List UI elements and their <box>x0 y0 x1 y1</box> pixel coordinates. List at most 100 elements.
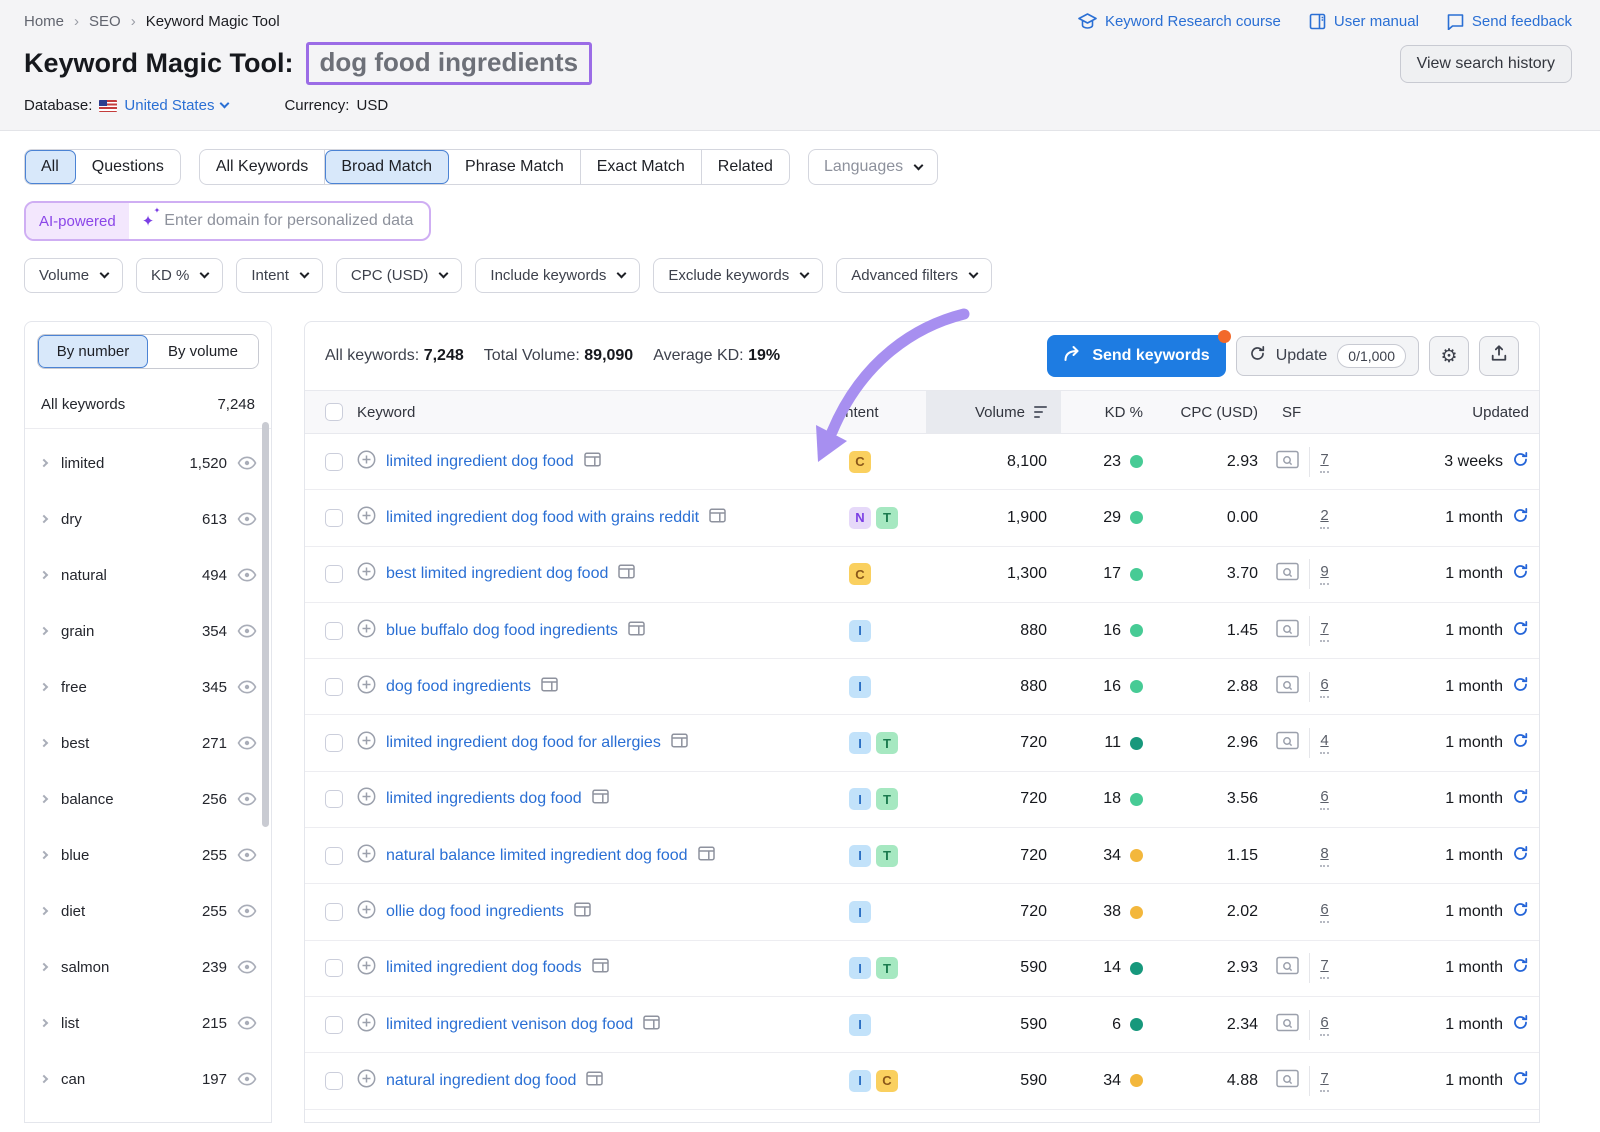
row-checkbox[interactable] <box>325 1016 343 1034</box>
row-checkbox[interactable] <box>325 678 343 696</box>
add-keyword-icon[interactable] <box>357 900 376 924</box>
match-type-tab[interactable]: All <box>25 150 76 184</box>
export-button[interactable] <box>1479 336 1519 376</box>
row-checkbox[interactable] <box>325 903 343 921</box>
sf-count[interactable]: 6 <box>1320 1014 1329 1036</box>
sidebar-sort-option[interactable]: By number <box>38 335 148 368</box>
eye-icon[interactable] <box>237 848 257 862</box>
keyword-link[interactable]: limited ingredient venison dog food <box>386 1016 633 1034</box>
keyword-group-item[interactable]: natural 494 <box>25 547 271 603</box>
user-manual-link[interactable]: User manual <box>1309 13 1419 30</box>
refresh-icon[interactable] <box>1512 901 1529 923</box>
keyword-link[interactable]: blue buffalo dog food ingredients <box>386 622 618 640</box>
keyword-link[interactable]: limited ingredient dog food for allergie… <box>386 734 661 752</box>
eye-icon[interactable] <box>237 568 257 582</box>
keyword-group-item[interactable]: list 215 <box>25 995 271 1051</box>
send-feedback-link[interactable]: Send feedback <box>1447 13 1572 30</box>
refresh-icon[interactable] <box>1512 507 1529 529</box>
filter-dropdown[interactable]: Include keywords <box>475 258 640 293</box>
add-keyword-icon[interactable] <box>357 506 376 530</box>
refresh-icon[interactable] <box>1512 957 1529 979</box>
keyword-link[interactable]: limited ingredient dog food with grains … <box>386 509 699 527</box>
serp-layout-icon[interactable] <box>671 733 688 753</box>
update-button[interactable]: Update 0/1,000 <box>1236 336 1419 376</box>
keyword-group-item[interactable]: limited 1,520 <box>25 435 271 491</box>
filter-dropdown[interactable]: Exclude keywords <box>653 258 823 293</box>
sf-count[interactable]: 9 <box>1320 563 1329 585</box>
column-header-sf[interactable]: SF <box>1276 391 1381 433</box>
row-checkbox[interactable] <box>325 509 343 527</box>
sidebar-scrollbar[interactable] <box>262 422 269 827</box>
serp-layout-icon[interactable] <box>584 452 601 472</box>
eye-icon[interactable] <box>237 1016 257 1030</box>
sf-count[interactable]: 8 <box>1320 845 1329 867</box>
match-type-tab[interactable]: Related <box>702 150 789 184</box>
database-selector[interactable]: United States <box>124 97 228 114</box>
keyword-link[interactable]: natural balance limited ingredient dog f… <box>386 847 688 865</box>
refresh-icon[interactable] <box>1512 563 1529 585</box>
refresh-icon[interactable] <box>1512 451 1529 473</box>
serp-preview-icon[interactable] <box>1276 731 1299 755</box>
serp-preview-icon[interactable] <box>1276 675 1299 699</box>
refresh-icon[interactable] <box>1512 732 1529 754</box>
row-checkbox[interactable] <box>325 565 343 583</box>
add-keyword-icon[interactable] <box>357 844 376 868</box>
add-keyword-icon[interactable] <box>357 787 376 811</box>
serp-preview-icon[interactable] <box>1276 562 1299 586</box>
keyword-group-item[interactable]: salmon 239 <box>25 939 271 995</box>
add-keyword-icon[interactable] <box>357 450 376 474</box>
row-checkbox[interactable] <box>325 453 343 471</box>
keyword-group-item[interactable]: balance 256 <box>25 771 271 827</box>
table-settings-button[interactable]: ⚙ <box>1429 336 1469 376</box>
sidebar-sort-option[interactable]: By volume <box>148 335 258 368</box>
eye-icon[interactable] <box>237 624 257 638</box>
serp-preview-icon[interactable] <box>1276 619 1299 643</box>
row-checkbox[interactable] <box>325 734 343 752</box>
eye-icon[interactable] <box>237 736 257 750</box>
row-checkbox[interactable] <box>325 622 343 640</box>
refresh-icon[interactable] <box>1512 676 1529 698</box>
sf-count[interactable]: 2 <box>1320 507 1329 529</box>
serp-layout-icon[interactable] <box>698 846 715 866</box>
sf-count[interactable]: 7 <box>1320 620 1329 642</box>
sidebar-all-keywords-row[interactable]: All keywords 7,248 <box>25 381 271 429</box>
keyword-link[interactable]: ollie dog food ingredients <box>386 903 564 921</box>
refresh-icon[interactable] <box>1512 1014 1529 1036</box>
domain-input[interactable]: ✦ Enter domain for personalized data <box>129 203 430 239</box>
keyword-research-course-link[interactable]: Keyword Research course <box>1078 13 1281 30</box>
column-header-keyword[interactable]: Keyword <box>357 391 841 433</box>
row-checkbox[interactable] <box>325 790 343 808</box>
sf-count[interactable]: 6 <box>1320 788 1329 810</box>
match-type-tab[interactable]: Questions <box>76 150 180 184</box>
serp-layout-icon[interactable] <box>574 902 591 922</box>
keyword-group-item[interactable]: can 197 <box>25 1051 271 1107</box>
eye-icon[interactable] <box>237 1072 257 1086</box>
serp-preview-icon[interactable] <box>1276 1013 1299 1037</box>
keyword-group-item[interactable]: grain 354 <box>25 603 271 659</box>
refresh-icon[interactable] <box>1512 845 1529 867</box>
serp-preview-icon[interactable] <box>1276 1069 1299 1093</box>
sf-count[interactable]: 4 <box>1320 732 1329 754</box>
match-type-tab[interactable]: Phrase Match <box>449 150 581 184</box>
serp-layout-icon[interactable] <box>628 621 645 641</box>
eye-icon[interactable] <box>237 512 257 526</box>
keyword-group-item[interactable]: best 271 <box>25 715 271 771</box>
add-keyword-icon[interactable] <box>357 731 376 755</box>
row-checkbox[interactable] <box>325 959 343 977</box>
column-header-updated[interactable]: Updated <box>1381 391 1539 433</box>
serp-layout-icon[interactable] <box>586 1071 603 1091</box>
column-header-cpc[interactable]: CPC (USD) <box>1161 391 1276 433</box>
refresh-icon[interactable] <box>1512 620 1529 642</box>
sf-count[interactable]: 7 <box>1320 957 1329 979</box>
serp-layout-icon[interactable] <box>618 564 635 584</box>
add-keyword-icon[interactable] <box>357 675 376 699</box>
serp-preview-icon[interactable] <box>1276 956 1299 980</box>
row-checkbox[interactable] <box>325 1072 343 1090</box>
keyword-link[interactable]: limited ingredient dog food <box>386 453 574 471</box>
add-keyword-icon[interactable] <box>357 1069 376 1093</box>
serp-layout-icon[interactable] <box>709 508 726 528</box>
keyword-link[interactable]: best limited ingredient dog food <box>386 565 608 583</box>
keyword-link[interactable]: limited ingredient dog foods <box>386 959 582 977</box>
eye-icon[interactable] <box>237 456 257 470</box>
match-type-tab[interactable]: Broad Match <box>325 150 449 184</box>
